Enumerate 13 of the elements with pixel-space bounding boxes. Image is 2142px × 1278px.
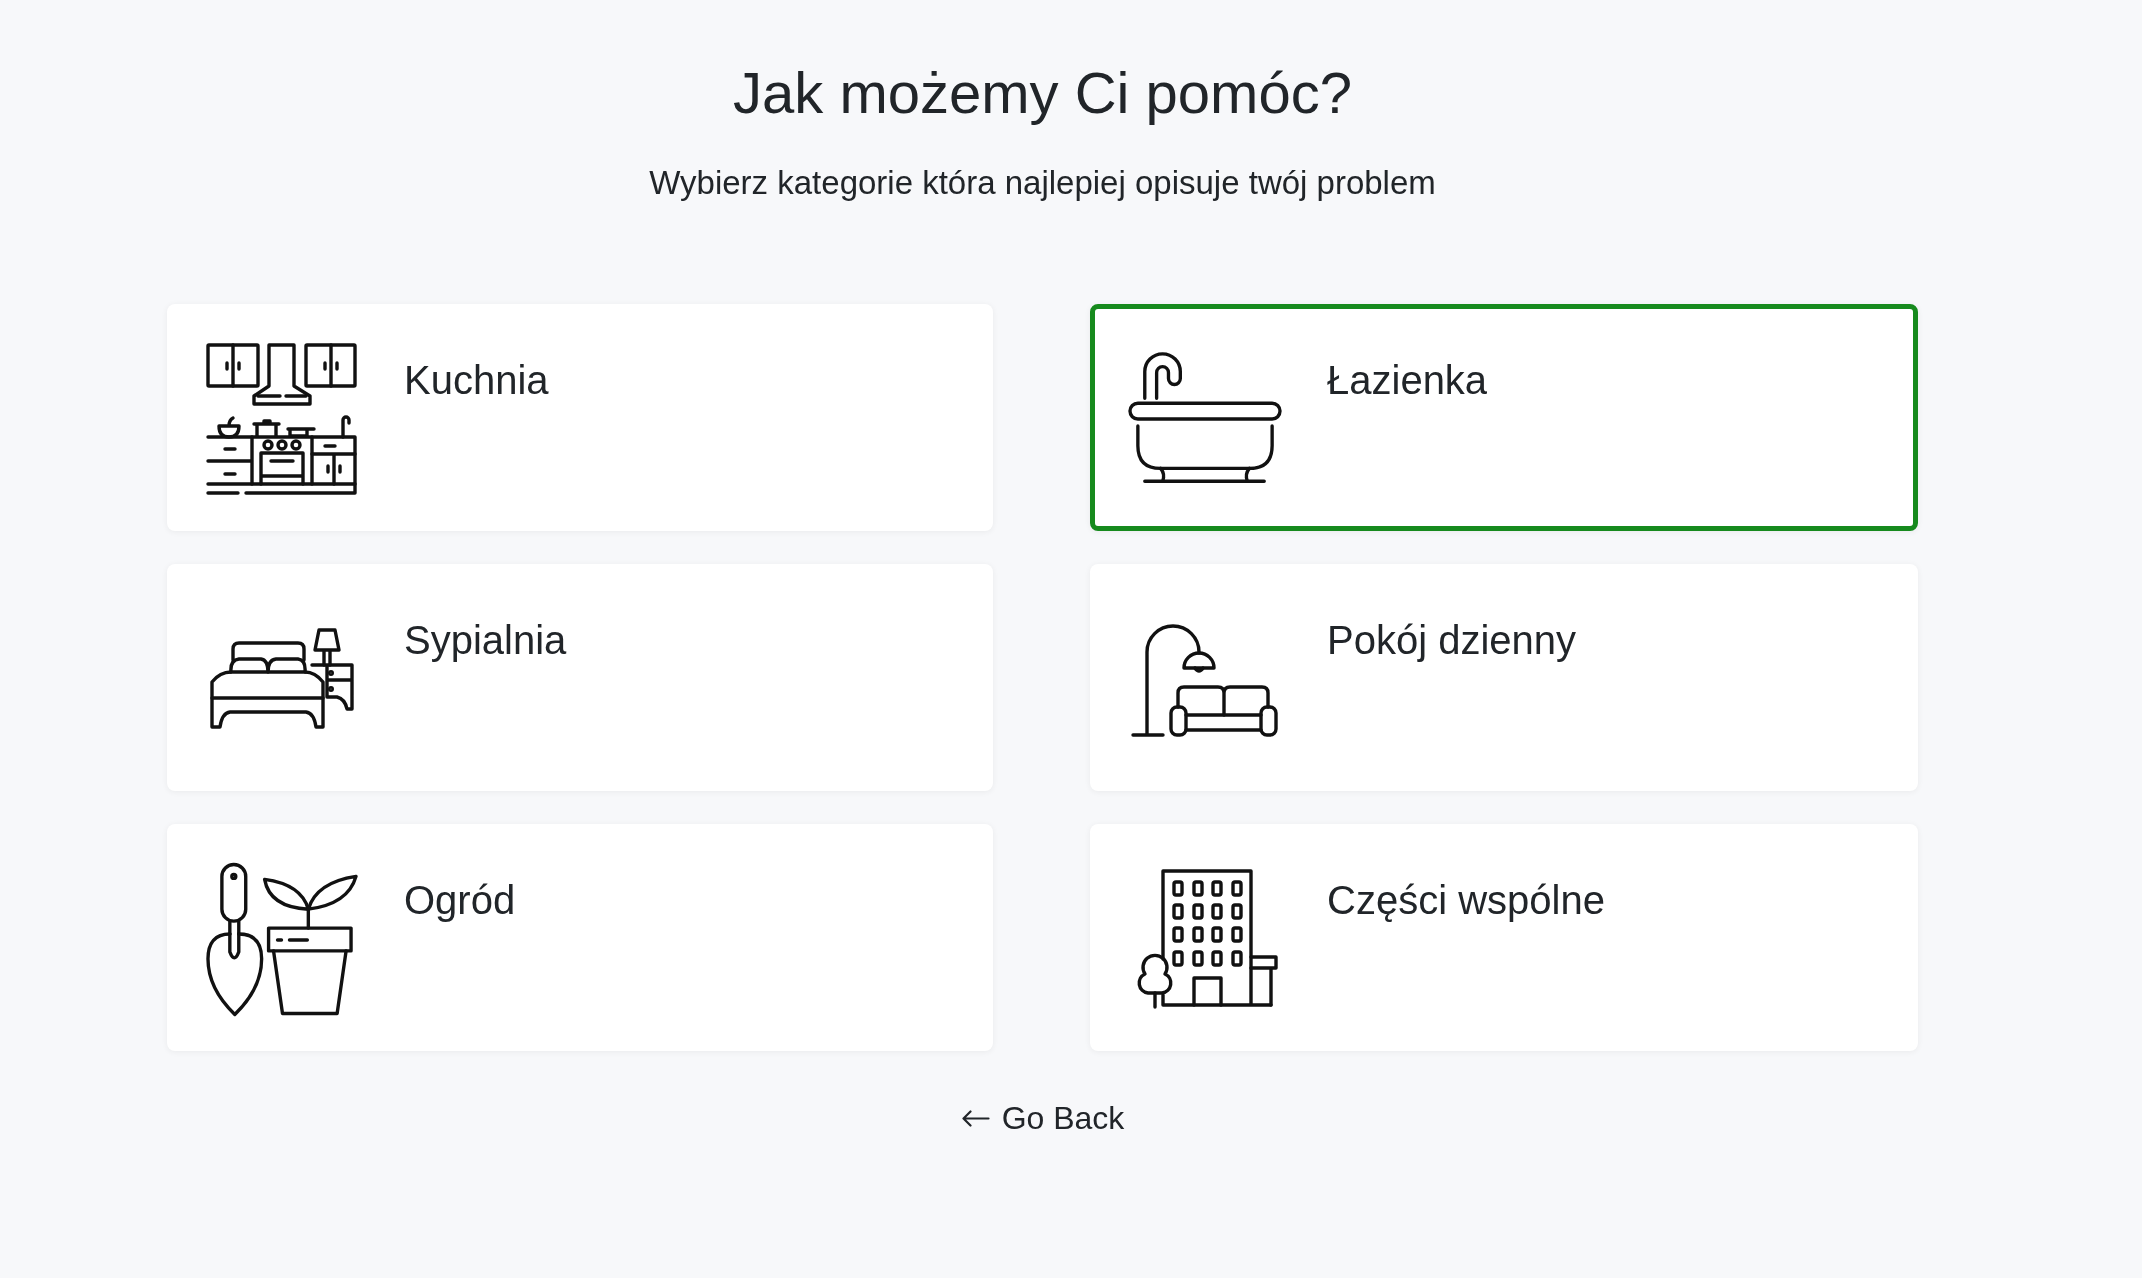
category-card[interactable]: Części wspólne [1090, 824, 1918, 1052]
trowel-plant-pot-icon [205, 861, 359, 1017]
category-card[interactable]: Kuchnia [167, 304, 993, 532]
category-card[interactable]: Pokój dzienny [1090, 564, 1918, 792]
arrow-left-icon [960, 1109, 990, 1127]
page-subtitle: Wybierz kategorie która najlepiej opisuje twój problem [648, 162, 1437, 203]
category-card[interactable]: Łazienka [1090, 304, 1918, 532]
back-link[interactable]: Go Back [956, 1097, 1129, 1140]
kitchen-icon [206, 342, 358, 496]
category-card[interactable]: Ogród [167, 824, 993, 1052]
page-title: Jak możemy Ci pomóc? [732, 59, 1353, 127]
category-card[interactable]: Sypialnia [167, 564, 993, 792]
bed-icon [208, 627, 356, 731]
